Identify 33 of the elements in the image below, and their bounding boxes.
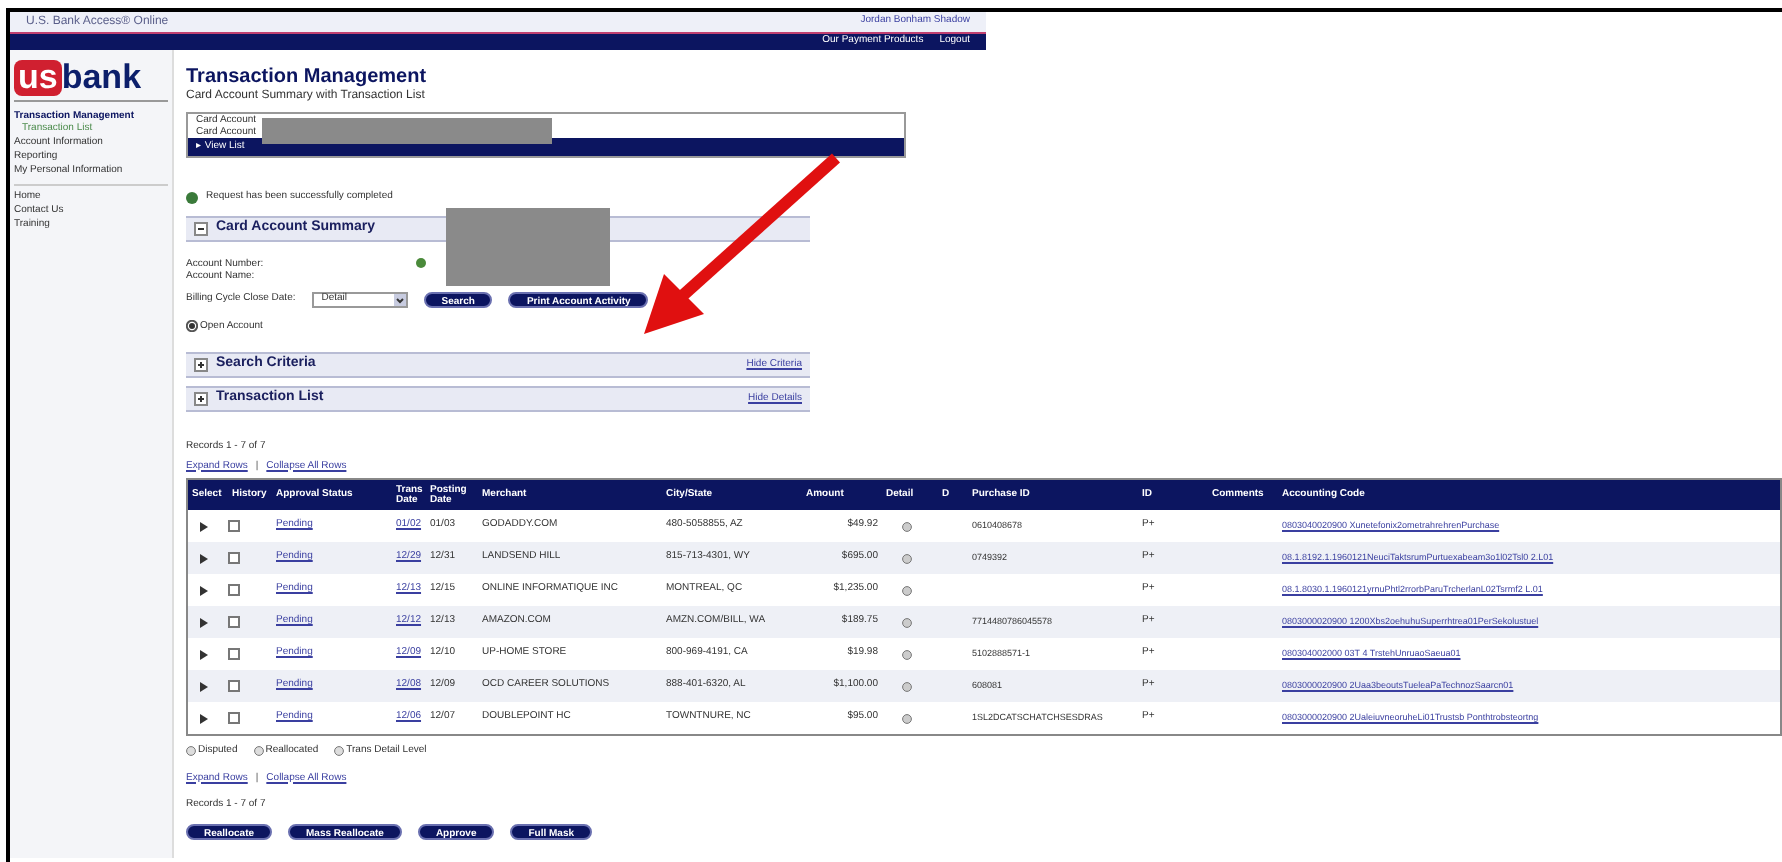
legend-icon: [334, 746, 345, 757]
expand-row-icon[interactable]: [200, 681, 210, 691]
expand-icon[interactable]: [194, 392, 208, 406]
success-icon: [186, 191, 198, 204]
status-dot-icon: [416, 257, 426, 267]
expand-row-icon[interactable]: [200, 713, 210, 723]
bank-logo: us bank: [14, 62, 168, 102]
page-title: Transaction Management: [186, 66, 429, 88]
expand-icon[interactable]: [194, 358, 208, 372]
radio-button[interactable]: [186, 320, 198, 333]
detail-icon[interactable]: [902, 713, 912, 723]
dropdown-caret-icon[interactable]: [393, 293, 406, 305]
detail-icon[interactable]: [902, 681, 912, 691]
detail-icon[interactable]: [902, 553, 912, 563]
expand-row-icon[interactable]: [200, 521, 210, 531]
row-checkbox[interactable]: [228, 648, 240, 660]
legend-icon: [186, 746, 196, 757]
detail-icon[interactable]: [902, 617, 912, 627]
row-checkbox[interactable]: [228, 520, 240, 532]
expand-row-icon[interactable]: [200, 617, 210, 627]
legend-icon: [253, 746, 264, 757]
collapse-icon[interactable]: [194, 221, 208, 235]
row-checkbox[interactable]: [228, 584, 240, 596]
row-checkbox[interactable]: [228, 680, 240, 692]
expand-row-icon[interactable]: [200, 649, 210, 659]
row-checkbox[interactable]: [228, 552, 240, 564]
row-checkbox[interactable]: [228, 712, 240, 724]
detail-icon[interactable]: [902, 521, 912, 531]
expand-row-icon[interactable]: [200, 585, 210, 595]
expand-row-icon[interactable]: [200, 553, 210, 563]
detail-icon[interactable]: [902, 585, 912, 595]
row-checkbox[interactable]: [228, 616, 240, 628]
detail-icon[interactable]: [902, 649, 912, 659]
